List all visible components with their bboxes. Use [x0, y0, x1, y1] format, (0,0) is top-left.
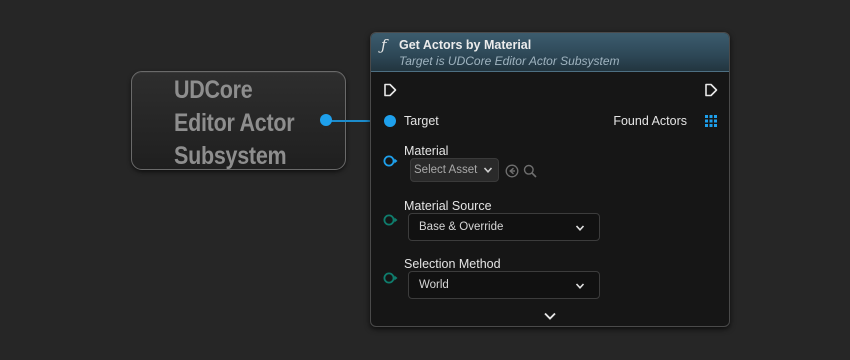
dropdown-selected-value: World [419, 279, 449, 291]
found-actors-label: Found Actors [613, 114, 687, 128]
asset-picker-placeholder: Select Asset [414, 164, 478, 176]
variable-node-title-line: UDCore [174, 76, 253, 104]
target-input-pin[interactable] [384, 115, 396, 127]
graph-canvas[interactable]: UDCore Editor Actor Subsystem ƒ Get Acto… [0, 0, 850, 360]
node-title: Get Actors by Material [399, 38, 532, 52]
search-icon[interactable] [523, 164, 537, 178]
chevron-down-icon [483, 167, 493, 173]
subsystem-variable-node[interactable]: UDCore Editor Actor Subsystem [131, 71, 346, 170]
material-source-input-pin[interactable] [383, 214, 399, 226]
material-label: Material [404, 144, 449, 158]
node-subtitle: Target is UDCore Editor Actor Subsystem [399, 54, 620, 68]
get-actors-by-material-node[interactable]: ƒ Get Actors by Material Target is UDCor… [370, 32, 730, 327]
material-input-pin[interactable] [383, 155, 399, 167]
exec-input-pin[interactable] [383, 83, 397, 97]
material-source-label: Material Source [404, 199, 492, 213]
selection-method-label: Selection Method [404, 257, 501, 271]
use-selected-asset-icon[interactable] [505, 164, 519, 178]
selection-method-input-pin[interactable] [383, 272, 399, 284]
variable-node-title-line: Editor Actor [174, 109, 295, 137]
chevron-down-icon [575, 225, 585, 231]
chevron-down-icon [575, 283, 585, 289]
variable-node-title: UDCore Editor Actor Subsystem [174, 74, 295, 173]
material-source-dropdown[interactable]: Base & Override [408, 213, 600, 241]
function-icon: ƒ [381, 36, 387, 54]
dropdown-selected-value: Base & Override [419, 221, 504, 233]
material-asset-picker[interactable]: Select Asset [410, 158, 499, 182]
node-header[interactable]: ƒ Get Actors by Material Target is UDCor… [371, 33, 729, 72]
array-pin-icon[interactable] [705, 115, 717, 127]
target-label: Target [404, 114, 439, 128]
variable-node-title-line: Subsystem [174, 142, 287, 170]
subsystem-output-pin[interactable] [320, 114, 332, 126]
selection-method-dropdown[interactable]: World [408, 271, 600, 299]
expand-advanced-chevron-icon[interactable] [543, 311, 557, 321]
exec-output-pin[interactable] [704, 83, 718, 97]
